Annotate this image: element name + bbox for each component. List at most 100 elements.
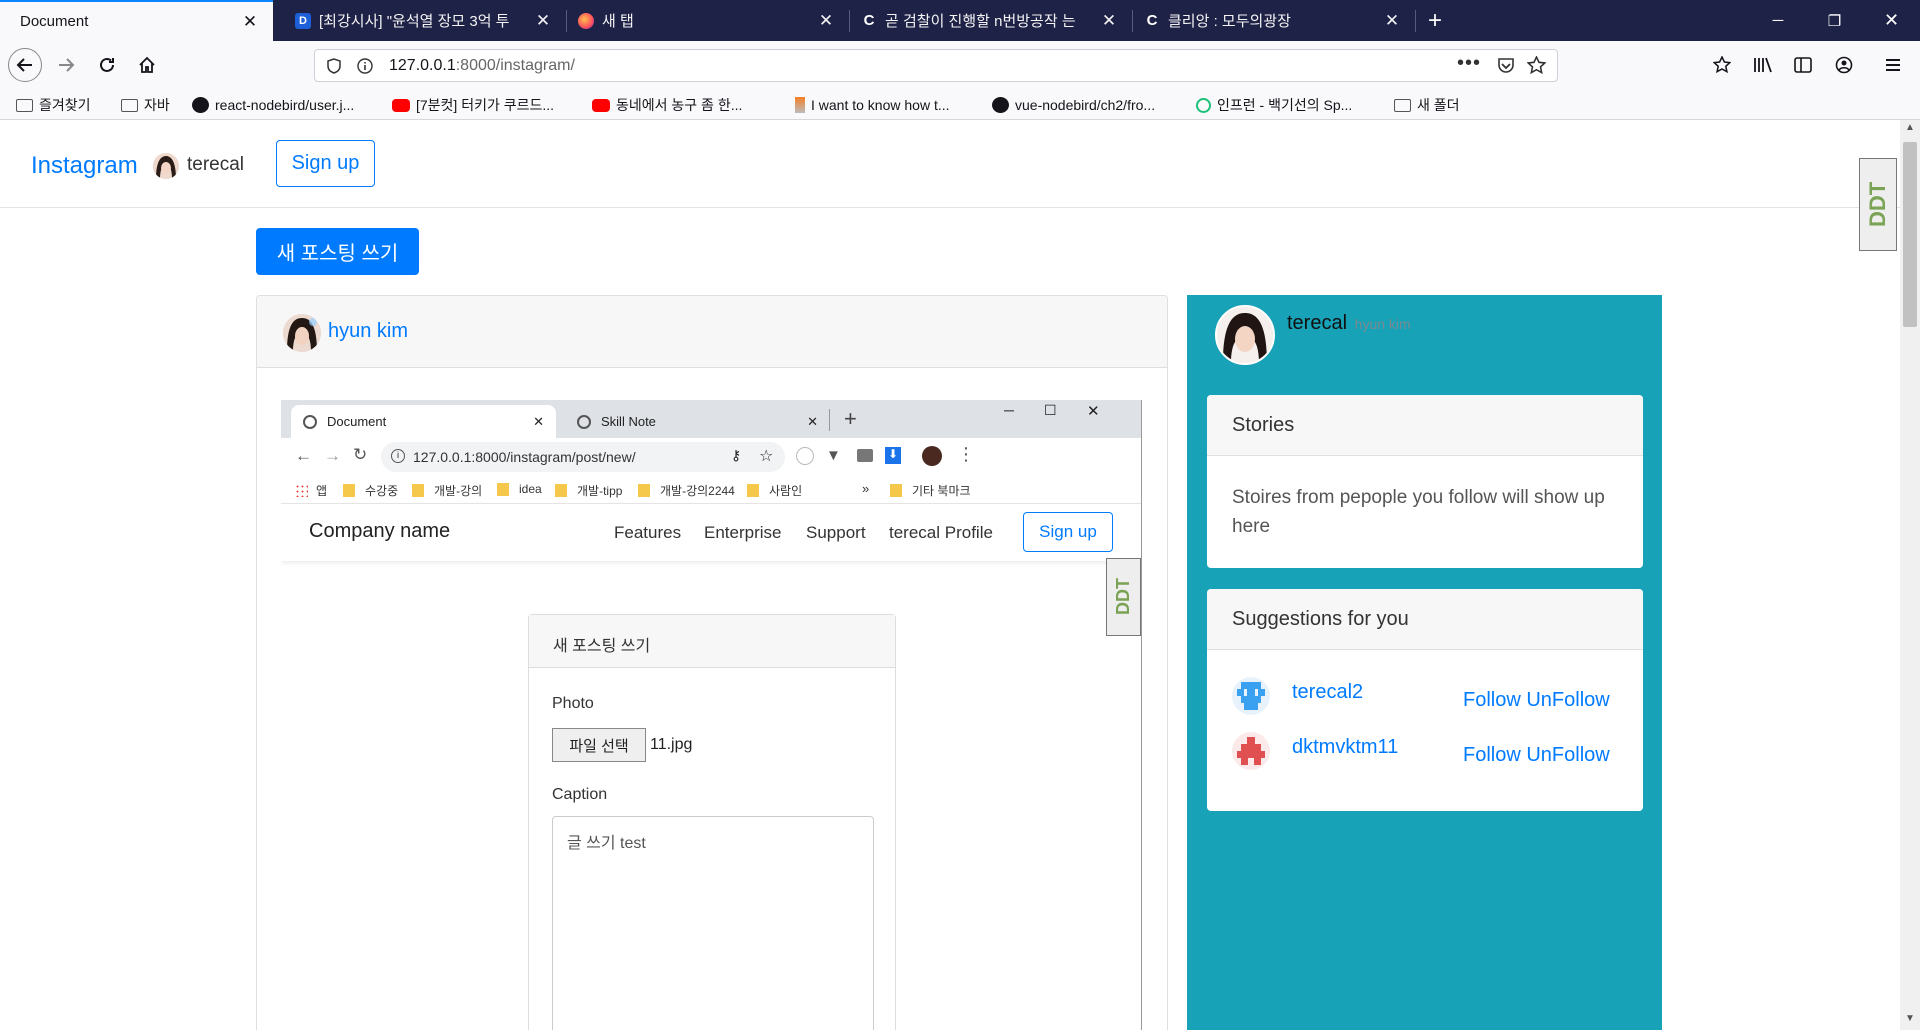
embedded-tab-skillnote: Skill Note ✕: [565, 405, 830, 438]
camera-icon: [857, 449, 873, 462]
embedded-bookmark: 개발-tipp: [555, 482, 622, 499]
scroll-up-icon[interactable]: ▲: [1905, 122, 1915, 133]
sidebar-toggle-icon[interactable]: [1786, 48, 1820, 82]
restore-icon[interactable]: ❐: [1806, 0, 1863, 41]
signup-button[interactable]: Sign up: [276, 140, 375, 187]
embedded-url-row: ← → ↻ i 127.0.0.1:8000/instagram/post/ne…: [281, 438, 1141, 476]
bookmarks-toolbar: 즐겨찾기 자바 react-nodebird/user.j... [7분컷] 터…: [0, 90, 1920, 120]
embedded-bookmark-apps: 앱: [295, 482, 327, 499]
browser-tab-newtab[interactable]: 새 탭 ✕: [566, 0, 849, 41]
github-icon: [192, 97, 209, 113]
close-tab-icon[interactable]: ✕: [1381, 11, 1403, 31]
suggestion-actions: Follow UnFollow: [1463, 689, 1610, 712]
embedded-tab-bar: Document ✕ Skill Note ✕ + ─ ☐ ✕: [281, 400, 1141, 438]
new-tab-icon[interactable]: +: [1415, 0, 1455, 41]
post-author-name[interactable]: hyun kim: [328, 320, 408, 343]
folder-icon: [890, 484, 902, 497]
unfollow-link[interactable]: UnFollow: [1526, 744, 1609, 766]
close-tab-icon[interactable]: ✕: [532, 11, 554, 31]
browser-tab-document[interactable]: Document ✕: [0, 0, 273, 41]
embedded-site-nav: Company name Features Enterprise Support…: [281, 504, 1141, 561]
ddt-badge-icon: DDT: [1106, 558, 1141, 636]
scrollbar-thumb[interactable]: [1903, 142, 1917, 327]
folder-icon: [412, 484, 424, 497]
stories-empty-text: Stoires from pepople you follow will sho…: [1232, 487, 1605, 537]
reload-icon[interactable]: [90, 48, 124, 82]
suggestion-actions: Follow UnFollow: [1463, 744, 1610, 767]
embedded-bookmarks: 앱 수강중 개발-강의 idea 개발-tipp 개발-강의2244 사람인 »…: [281, 476, 1141, 504]
page-scrollbar[interactable]: ▲ ▼: [1900, 120, 1920, 1030]
sidebar-fullname: hyun kim: [1354, 316, 1411, 332]
bookmark-new-folder[interactable]: 새 폴더: [1394, 95, 1460, 115]
stories-card: Stories Stoires from pepople you follow …: [1207, 395, 1643, 568]
bookmark-inflearn[interactable]: 인프런 - 백기선의 Sp...: [1196, 95, 1352, 115]
youtube-icon: [392, 98, 410, 112]
site-info-icon[interactable]: [357, 58, 373, 74]
embedded-nav-profile: terecal Profile: [889, 523, 993, 542]
back-icon[interactable]: [8, 48, 42, 82]
suggestion-username[interactable]: dktmvktm11: [1292, 736, 1398, 759]
close-tab-icon[interactable]: ✕: [1098, 11, 1120, 31]
embedded-nav-support: Support: [806, 523, 866, 542]
stories-title: Stories: [1207, 395, 1643, 456]
ddt-badge-icon[interactable]: DDT: [1859, 158, 1897, 251]
profile-icon: [922, 446, 942, 466]
bookmark-stackoverflow[interactable]: I want to know how t...: [795, 95, 950, 115]
bookmark-youtube-2[interactable]: 동네에서 농구 좀 한...: [592, 95, 742, 115]
embedded-bookmark: idea: [497, 482, 542, 496]
globe-icon: [303, 414, 317, 429]
close-icon: ✕: [807, 413, 818, 429]
library-icon[interactable]: [1746, 48, 1780, 82]
bookmark-star-icon[interactable]: [1527, 56, 1546, 75]
new-post-button[interactable]: 새 포스팅 쓰기: [256, 228, 419, 275]
folder-icon: [16, 98, 33, 112]
site-navbar: Instagram terecal Sign up: [0, 120, 1900, 208]
unfollow-link[interactable]: UnFollow: [1526, 689, 1609, 711]
browser-tab-clien-1[interactable]: C 곧 검찰이 진행할 n번방공작 는 ✕: [849, 0, 1132, 41]
url-bar[interactable]: 127.0.0.1:8000/instagram/ •••: [314, 49, 1558, 82]
back-icon: ←: [295, 446, 312, 465]
youtube-icon: [592, 98, 610, 112]
nav-username[interactable]: terecal: [187, 154, 244, 176]
browser-tab-news[interactable]: D [최강시사] "윤석열 장모 3억 투 ✕: [283, 0, 566, 41]
suggestions-title: Suggestions for you: [1207, 589, 1643, 650]
suggestions-card: Suggestions for you terecal2 Follow UnFo…: [1207, 589, 1643, 811]
bookmarks-star-icon[interactable]: [1705, 48, 1739, 82]
extension-icon: [796, 447, 814, 465]
bookmark-vue-nodebird[interactable]: vue-nodebird/ch2/fro...: [992, 95, 1155, 115]
embedded-caption-label: Caption: [552, 786, 608, 803]
embedded-nav-features: Features: [614, 523, 682, 542]
maximize-icon: ☐: [1044, 402, 1057, 418]
forward-icon[interactable]: [49, 48, 83, 82]
suggestion-username[interactable]: terecal2: [1292, 681, 1363, 704]
suggestion-avatar-icon: [1232, 732, 1270, 770]
close-tab-icon[interactable]: ✕: [239, 12, 261, 32]
close-tab-icon[interactable]: ✕: [815, 11, 837, 31]
folder-icon: [497, 482, 509, 496]
url-text: 127.0.0.1:8000/instagram/: [389, 57, 575, 74]
bookmark-java[interactable]: 자바: [121, 95, 170, 115]
sidebar-username[interactable]: terecal: [1287, 312, 1347, 334]
site-brand[interactable]: Instagram: [31, 152, 138, 180]
kebab-menu-icon: ⋮: [957, 444, 975, 464]
bookmark-favorites[interactable]: 즐겨찾기: [16, 95, 91, 115]
embedded-signup-button: Sign up: [1023, 512, 1113, 552]
bookmark-react-nodebird[interactable]: react-nodebird/user.j...: [192, 95, 354, 115]
bookmark-youtube-1[interactable]: [7분컷] 터키가 쿠르드...: [392, 95, 554, 115]
account-icon[interactable]: [1827, 48, 1861, 82]
menu-hamburger-icon[interactable]: [1876, 48, 1910, 82]
page-actions-icon[interactable]: •••: [1457, 52, 1481, 75]
browser-tab-clien-2[interactable]: C 클리앙 : 모두의광장 ✕: [1132, 0, 1415, 41]
plus-icon: +: [844, 406, 857, 431]
window-close-icon[interactable]: ✕: [1863, 0, 1920, 41]
embedded-file-button: 파일 선택: [552, 728, 646, 762]
tracking-shield-icon[interactable]: [327, 58, 341, 74]
follow-link[interactable]: Follow: [1463, 744, 1521, 766]
follow-link[interactable]: Follow: [1463, 689, 1521, 711]
scroll-down-icon[interactable]: ▼: [1905, 1013, 1915, 1024]
minimize-icon[interactable]: ─: [1750, 0, 1806, 41]
embedded-omnibox: i 127.0.0.1:8000/instagram/post/new/ ⚷ ☆: [381, 442, 785, 472]
pocket-icon[interactable]: [1497, 57, 1515, 74]
folder-icon: [747, 484, 759, 497]
home-icon[interactable]: [130, 48, 164, 82]
